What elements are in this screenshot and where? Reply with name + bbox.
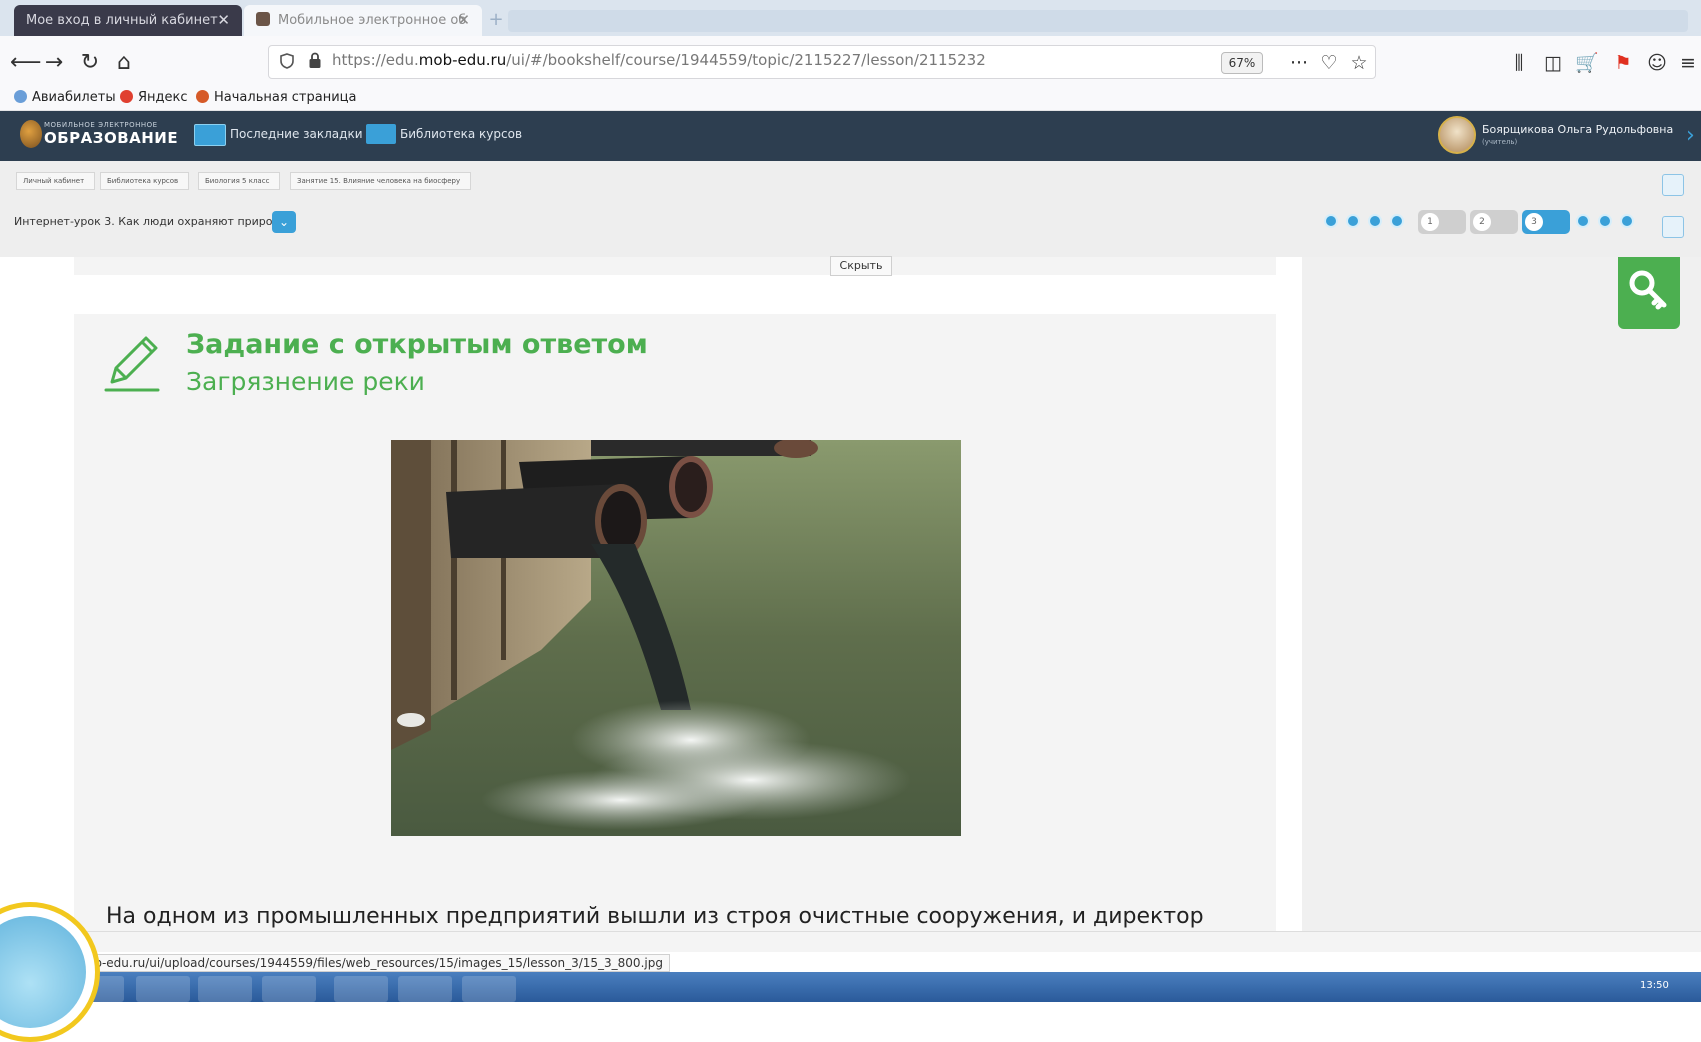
- lesson-select[interactable]: Интернет-урок 3. Как люди охраняют приро…: [14, 211, 287, 233]
- user-name[interactable]: Боярщикова Ольга Рудольфовна: [1482, 123, 1673, 136]
- page-number-3: 3: [1525, 213, 1543, 231]
- url-domain: mob-edu.ru: [418, 51, 507, 69]
- start-page-icon: [196, 90, 209, 103]
- os-taskbar: [0, 972, 1701, 1002]
- url-prefix: https://edu.: [332, 51, 419, 69]
- task-subtitle: Загрязнение реки: [186, 367, 425, 396]
- bookmark-flag-icon[interactable]: ⚑: [1610, 49, 1636, 77]
- page-number-2: 2: [1473, 213, 1491, 231]
- yandex-icon: [120, 90, 133, 103]
- task-title: Задание с открытым ответом: [186, 329, 648, 360]
- pager-dot-3[interactable]: [1620, 214, 1634, 228]
- logo-text[interactable]: ОБРАЗОВАНИЕ: [44, 129, 178, 147]
- url-path: /ui/#/bookshelf/course/1944559/topic/211…: [506, 51, 986, 69]
- taskbar-clock: 13:50: [1640, 980, 1669, 991]
- taskbar-word-icon[interactable]: [398, 976, 452, 1002]
- breadcrumb-cabinet[interactable]: Личный кабинет: [16, 172, 96, 190]
- library-icon[interactable]: ⫼: [1506, 49, 1532, 77]
- taskbar-media-icon[interactable]: [262, 976, 316, 1002]
- taskbar-ie-icon[interactable]: [136, 976, 190, 1002]
- right-panel: [1302, 257, 1701, 931]
- back-icon[interactable]: ⟵: [10, 49, 42, 77]
- close-icon[interactable]: ✕: [457, 5, 470, 36]
- browser-tab-1-label: Moe вход в личный кабинет: [26, 13, 218, 28]
- lock-icon[interactable]: [308, 52, 322, 69]
- reload-icon[interactable]: ↻: [76, 49, 104, 77]
- breadcrumb-course[interactable]: Биология 5 класс: [198, 172, 281, 190]
- home-icon[interactable]: ⌂: [110, 49, 138, 77]
- status-bar: [0, 931, 1701, 952]
- list-icon[interactable]: [1662, 216, 1684, 238]
- logo-small-text: МОБИЛЬНОЕ ЭЛЕКТРОННОЕ: [44, 121, 158, 129]
- airplane-icon: [14, 90, 27, 103]
- task-text: На одном из промышленных предприятий выш…: [106, 904, 1204, 929]
- hide-button[interactable]: Скрыть: [830, 256, 892, 276]
- nav-recent-bookmarks[interactable]: Последние закладки: [230, 127, 363, 141]
- new-tab-icon[interactable]: +: [486, 10, 506, 30]
- answer-key-button[interactable]: [1618, 257, 1680, 329]
- nav-course-library[interactable]: Библиотека курсов: [400, 127, 522, 141]
- tab-strip-space: [508, 10, 1688, 32]
- account-icon[interactable]: ☺: [1644, 49, 1670, 77]
- shield-icon[interactable]: [280, 53, 294, 69]
- pager-last[interactable]: [1390, 214, 1404, 228]
- zoom-level-badge[interactable]: 67%: [1221, 52, 1263, 74]
- forward-icon[interactable]: →: [40, 49, 68, 77]
- page-number-1: 1: [1421, 213, 1439, 231]
- bookmark-label: Яндекс: [138, 90, 188, 105]
- pager-dot-1[interactable]: [1576, 214, 1590, 228]
- bookmark-label: Авиабилеты: [32, 90, 116, 105]
- taskbar-firefox-icon[interactable]: [462, 976, 516, 1002]
- pencil-icon: [104, 336, 160, 392]
- bookmark-yandex[interactable]: Яндекс: [120, 88, 188, 108]
- url-text[interactable]: https://edu.mob-edu.ru/ui/#/bookshelf/co…: [332, 51, 986, 69]
- avatar[interactable]: [1438, 116, 1476, 154]
- pager-dot-2[interactable]: [1598, 214, 1612, 228]
- bookmark-label: Начальная страница: [214, 90, 357, 105]
- browser-tab-2-label: Мобильное электронное об: [278, 13, 467, 28]
- taskbar-folder-icon[interactable]: [198, 976, 252, 1002]
- status-url: ob-edu.ru/ui/upload/courses/1944559/file…: [80, 954, 670, 972]
- logo-icon[interactable]: [20, 120, 42, 148]
- more-icon[interactable]: ···: [1286, 49, 1312, 77]
- breadcrumb-library[interactable]: Библиотека курсов: [100, 172, 190, 190]
- star-icon[interactable]: ☆: [1346, 49, 1372, 77]
- bookmark-aviabilety[interactable]: Авиабилеты: [14, 88, 116, 108]
- breadcrumb-lesson[interactable]: Занятие 15. Влияние человека на биосферу: [290, 172, 472, 190]
- cart-icon[interactable]: 🛒: [1574, 49, 1600, 77]
- pager-first[interactable]: [1324, 214, 1338, 228]
- pager-next[interactable]: [1368, 214, 1382, 228]
- notes-icon[interactable]: [1662, 174, 1684, 196]
- bookmark-start-page[interactable]: Начальная страница: [196, 88, 356, 108]
- menu-icon[interactable]: ≡: [1678, 49, 1698, 77]
- key-icon: [1629, 270, 1667, 310]
- library-icon[interactable]: [366, 124, 396, 144]
- taskbar-odnoklassniki-icon[interactable]: [334, 976, 388, 1002]
- pocket-icon[interactable]: ♡: [1316, 49, 1342, 77]
- chevron-down-icon[interactable]: ⌄: [272, 211, 296, 233]
- previous-card-bottom: [74, 257, 1276, 275]
- river-pollution-photo: [391, 440, 961, 836]
- favicon-icon: [256, 12, 270, 26]
- user-role: (учитель): [1482, 138, 1518, 146]
- pager-prev[interactable]: [1346, 214, 1360, 228]
- sidebar-icon[interactable]: ◫: [1540, 49, 1566, 77]
- browser-tab-2[interactable]: Мобильное электронное об ✕: [244, 5, 482, 36]
- close-icon[interactable]: ✕: [217, 5, 230, 36]
- browser-tab-1[interactable]: Moe вход в личный кабинет ✕: [14, 5, 242, 36]
- chevron-right-icon[interactable]: ›: [1686, 125, 1695, 147]
- bookmarks-icon[interactable]: [194, 124, 226, 146]
